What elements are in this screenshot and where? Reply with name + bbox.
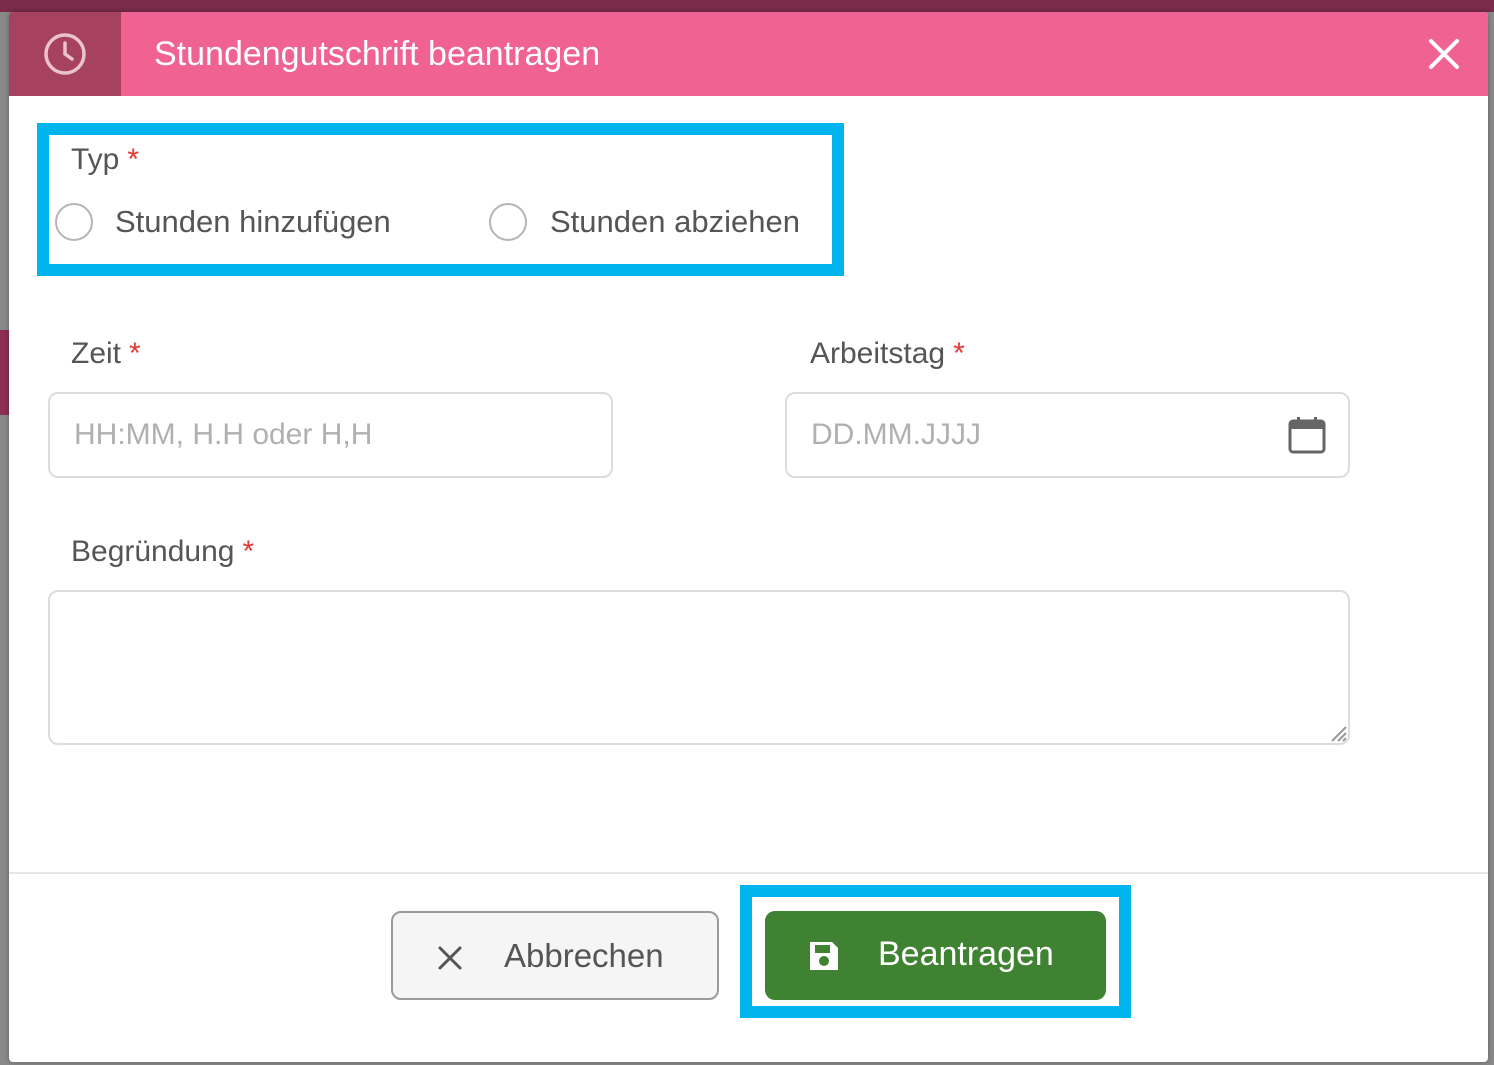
time-label-text: Zeit (71, 337, 122, 370)
footer-divider (9, 872, 1488, 874)
workday-date-input[interactable] (785, 392, 1350, 478)
time-input[interactable] (48, 392, 613, 478)
cancel-button-label: Abbrechen (504, 937, 664, 974)
workday-label: Arbeitstag * (810, 336, 965, 372)
required-marker: * (953, 337, 965, 370)
required-marker: * (127, 143, 140, 176)
time-label: Zeit * (71, 336, 141, 372)
radio-subtract-hours-label[interactable]: Stunden abziehen (550, 204, 800, 240)
dialog-header: Stundengutschrift beantragen (9, 12, 1488, 96)
reason-label: Begründung * (71, 534, 254, 570)
radio-add-hours[interactable] (55, 203, 93, 241)
type-label-text: Typ (71, 143, 120, 176)
calendar-icon[interactable] (1287, 415, 1327, 455)
radio-add-hours-label[interactable]: Stunden hinzufügen (115, 204, 391, 240)
radio-subtract-hours[interactable] (489, 203, 527, 241)
close-icon (1429, 39, 1459, 69)
required-marker: * (242, 535, 255, 568)
submit-button-label: Beantragen (878, 935, 1054, 973)
cancel-button[interactable]: Abbrechen (391, 911, 719, 1000)
header-icon-box (9, 12, 121, 96)
resize-grip-icon[interactable] (1326, 721, 1348, 743)
workday-label-text: Arbeitstag (810, 337, 946, 370)
clock-icon (44, 33, 86, 75)
required-marker: * (129, 337, 141, 370)
close-button[interactable] (1422, 32, 1466, 76)
submit-button[interactable]: Beantragen (765, 911, 1106, 1000)
request-dialog: Stundengutschrift beantragen Typ * Stunde… (9, 12, 1488, 1062)
backdrop-top-bar (0, 0, 1494, 12)
reason-textarea[interactable] (48, 590, 1350, 745)
dialog-title: Stundengutschrift beantragen (154, 35, 601, 73)
save-icon (810, 942, 838, 970)
x-icon (438, 946, 462, 970)
reason-label-text: Begründung (71, 535, 235, 568)
type-label: Typ * (71, 142, 139, 178)
